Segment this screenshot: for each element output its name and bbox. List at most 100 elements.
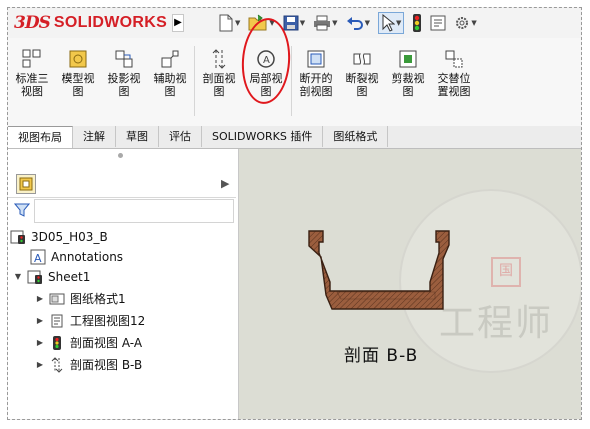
section-view-icon (49, 357, 65, 373)
tree-item-label: Annotations (51, 250, 124, 264)
tab-sheet-format[interactable]: 图纸格式 (323, 126, 389, 147)
tree-item-annotations[interactable]: A Annotations (30, 247, 123, 267)
ribbon-label-line2: 视图 (21, 85, 43, 98)
ribbon-label-line1: 剪裁视 (391, 72, 425, 85)
tree-filter-input[interactable] (34, 199, 234, 223)
ribbon-label-line1: 交替位 (437, 72, 471, 85)
panel-resize-grip[interactable] (118, 153, 123, 158)
feature-manager-panel: ▶ 3D05_H03_B A Annotations ▼ Sheet1 ▶ 图纸… (8, 149, 239, 419)
ribbon-label-line1: 辅助视 (153, 72, 187, 85)
ribbon-label-line2: 图 (402, 85, 414, 98)
broken-out-section-icon (307, 50, 325, 68)
options-button[interactable]: ▼ (454, 15, 477, 31)
ribbon-label-line2: 置视图 (437, 85, 471, 98)
chevron-down-icon[interactable]: ▼ (300, 19, 305, 27)
expand-triangle-icon[interactable]: ▶ (36, 333, 44, 353)
title-bar: 3DS SOLIDWORKS ▶ ▼ ▼ ▼ ▼ ▼ ▼ ▼ (8, 8, 581, 39)
sheet-format-icon (49, 291, 65, 307)
drawing-view-icon (49, 313, 65, 329)
panel-tabs: ▶ (8, 172, 236, 198)
ribbon-label-line2: 图 (356, 85, 368, 98)
standard-3-view-button[interactable]: 标准三 视图 (10, 48, 54, 98)
undo-icon (346, 17, 363, 30)
tree-item-sheet-format[interactable]: ▶ 图纸格式1 (36, 289, 126, 309)
tree-item-label: 图纸格式1 (70, 292, 126, 306)
ribbon-label-line1: 断裂视 (345, 72, 379, 85)
expand-triangle-icon[interactable]: ▶ (36, 289, 44, 309)
projected-view-icon (115, 50, 133, 68)
chevron-down-icon[interactable]: ▼ (365, 19, 370, 27)
print-button[interactable]: ▼ (313, 15, 338, 31)
tab-evaluate[interactable]: 评估 (159, 126, 202, 147)
expand-triangle-icon[interactable]: ▶ (36, 355, 44, 375)
collapse-triangle-icon[interactable]: ▼ (14, 267, 22, 287)
save-icon (283, 15, 299, 31)
filter-icon[interactable] (13, 202, 31, 221)
feature-manager-icon (19, 177, 33, 191)
ribbon-separator (291, 46, 292, 116)
ribbon-separator (194, 46, 195, 116)
ribbon-label-line1: 剖面视 (202, 72, 236, 85)
rebuild-button[interactable] (412, 13, 422, 33)
solidworks-window: 3DS SOLIDWORKS ▶ ▼ ▼ ▼ ▼ ▼ ▼ ▼ 标准三 视图 模型… (7, 7, 582, 420)
tree-root-item[interactable]: 3D05_H03_B (10, 227, 108, 247)
command-tabs: 视图布局 注解 草图 评估 SOLIDWORKS 插件 图纸格式 (8, 126, 581, 149)
section-profile-drawing[interactable] (239, 149, 582, 420)
section-view-button[interactable]: 剖面视 图 (197, 48, 241, 98)
select-button[interactable]: ▼ (377, 12, 405, 34)
ribbon-label-line2: 图 (213, 85, 225, 98)
command-manager-ribbon: 标准三 视图 模型视 图 投影视 图 辅助视 图 剖面视 图 A 局部视 图 断… (8, 38, 581, 127)
ribbon-label-line2: 图 (164, 85, 176, 98)
print-icon (314, 15, 331, 31)
tree-item-drawing-view[interactable]: ▶ 工程图视图12 (36, 311, 145, 331)
auxiliary-view-button[interactable]: 辅助视 图 (148, 48, 192, 98)
chevron-down-icon[interactable]: ▼ (396, 19, 401, 27)
ribbon-label-line2: 图 (118, 85, 130, 98)
rebuild-traffic-light-icon (413, 14, 422, 32)
tree-item-label: 剖面视图 B-B (70, 358, 143, 372)
chevron-down-icon[interactable]: ▼ (332, 19, 337, 27)
tree-item-section-a[interactable]: ▶ 剖面视图 A-A (36, 333, 142, 353)
options-gear-icon (456, 17, 469, 29)
new-document-icon (219, 14, 233, 32)
drawing-doc-icon (10, 229, 26, 245)
feature-manager-tab[interactable] (16, 174, 36, 194)
undo-button[interactable]: ▼ (346, 15, 370, 31)
tab-sketch[interactable]: 草图 (116, 126, 159, 147)
file-properties-icon (430, 15, 446, 31)
tab-annotation[interactable]: 注解 (73, 126, 116, 147)
tree-item-sheet[interactable]: ▼ Sheet1 (14, 267, 90, 287)
section-label: 剖面 B-B (344, 346, 419, 366)
menu-expand-arrow[interactable]: ▶ (172, 14, 184, 32)
tab-view-layout[interactable]: 视图布局 (8, 126, 73, 148)
expand-triangle-icon[interactable]: ▶ (36, 311, 44, 331)
projected-view-button[interactable]: 投影视 图 (102, 48, 146, 98)
save-button[interactable]: ▼ (283, 15, 305, 31)
ribbon-label-line1: 标准三 (15, 72, 49, 85)
model-view-icon (69, 50, 87, 68)
solidworks-logo[interactable]: 3DS SOLIDWORKS (14, 11, 167, 35)
ribbon-label-line1: 模型视 (61, 72, 95, 85)
tree-item-section-b[interactable]: ▶ 剖面视图 B-B (36, 355, 142, 375)
chevron-down-icon[interactable]: ▼ (471, 19, 476, 27)
model-view-button[interactable]: 模型视 图 (56, 48, 100, 98)
ribbon-label-line1: 断开的 (299, 72, 333, 85)
alternate-position-view-button[interactable]: 交替位 置视图 (432, 48, 476, 98)
break-view-button[interactable]: 断裂视 图 (340, 48, 384, 98)
new-document-button[interactable]: ▼ (218, 14, 240, 32)
crop-view-button[interactable]: 剪裁视 图 (386, 48, 430, 98)
panel-expand-arrow-icon[interactable]: ▶ (221, 177, 229, 190)
logo-mark: 3DS (14, 13, 51, 33)
break-view-icon (353, 53, 371, 65)
tab-solidworks-addins[interactable]: SOLIDWORKS 插件 (202, 126, 324, 147)
drawing-canvas[interactable]: 国 工程师 剖面 B-B (239, 149, 582, 420)
section-view-icon (212, 49, 226, 69)
tree-item-label: 3D05_H03_B (31, 230, 108, 244)
section-b-b-profile (308, 230, 450, 310)
chevron-down-icon[interactable]: ▼ (235, 19, 240, 27)
alternate-position-view-icon (445, 50, 463, 68)
standard-3-view-icon (22, 49, 41, 68)
broken-out-section-button[interactable]: 断开的 剖视图 (294, 48, 338, 98)
auxiliary-view-icon (161, 50, 179, 68)
file-properties-button[interactable] (430, 15, 446, 31)
